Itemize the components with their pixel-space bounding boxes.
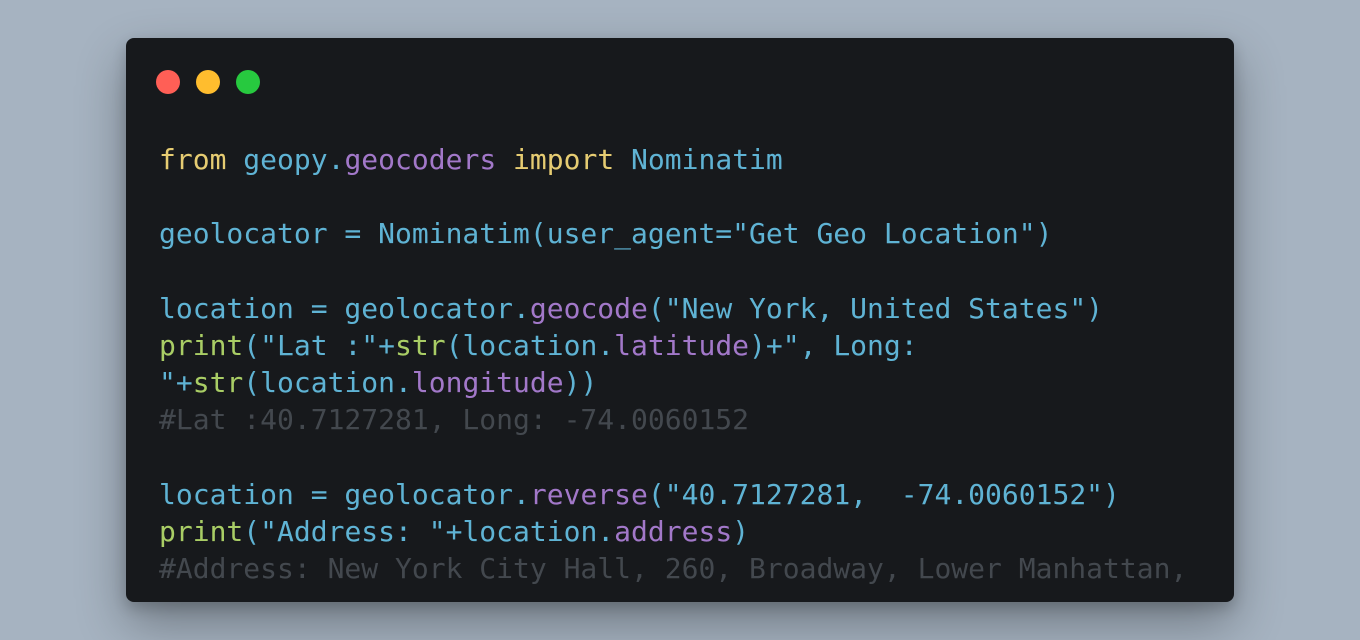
code-token: ("Lat :"+ [243,328,396,362]
code-token: )+", Long: [749,328,918,362]
code-token: ) [732,514,750,548]
code-token: str [395,328,446,362]
code-token: ("Address: "+location. [243,514,615,548]
code-line: ​ [159,439,1187,476]
code-token: address [614,514,733,548]
code-line: print("Lat :"+str(location.latitude)+", … [159,327,1187,364]
code-token: str [192,366,244,400]
backdrop: from geopy.geocoders import Nominatim​ge… [0,0,1360,640]
code-token: ("40.7127281, -74.0060152") [647,477,1120,511]
code-token: geocoders [344,143,497,176]
code-line: #Address: New York City Hall, 260, Broad… [159,550,1187,587]
code-token: geocode [529,291,648,325]
code-token: latitude [614,328,750,362]
code-token: print [159,328,244,362]
code-token: import [513,143,615,176]
code-token: "+ [159,366,193,400]
code-token: . [327,143,345,176]
code-token: print [159,514,244,548]
code-token: #Address: New York City Hall, 260, Broad… [159,552,1188,586]
code-token: (location. [445,328,615,362]
code-token: geolocator = Nominatim(user_agent="Get G… [159,217,1053,251]
code-line: ​ [159,178,1187,215]
zoom-window-button[interactable] [236,70,260,94]
code-line: location = geolocator.reverse("40.712728… [159,476,1187,513]
window-titlebar [126,38,1234,118]
code-block: from geopy.geocoders import Nominatim​ge… [159,141,1187,587]
code-line: print("Address: "+location.address) [159,513,1187,550]
code-token: location = geolocator. [159,291,530,325]
code-line: from geopy.geocoders import Nominatim [159,141,1187,178]
code-line: #Lat :40.7127281, Long: -74.0060152 [159,401,1187,438]
code-token: Nominatim [614,143,783,176]
close-window-button[interactable] [156,70,180,94]
code-line: location = geolocator.geocode("New York,… [159,290,1187,327]
code-token: (location. [243,366,412,400]
code-token: ("New York, United States") [647,291,1104,325]
code-window: from geopy.geocoders import Nominatim​ge… [126,38,1234,602]
code-line: "+str(location.longitude)) [159,364,1187,401]
minimize-window-button[interactable] [196,70,220,94]
code-token: from [159,143,227,176]
code-token: )) [563,366,598,400]
code-token: reverse [529,477,648,511]
code-line: geolocator = Nominatim(user_agent="Get G… [159,215,1187,252]
code-token: #Lat :40.7127281, Long: -74.0060152 [159,403,750,437]
code-line: ​ [159,253,1187,290]
code-token: geopy [226,143,328,176]
code-token: location = geolocator. [159,477,530,511]
code-token: longitude [411,366,564,400]
